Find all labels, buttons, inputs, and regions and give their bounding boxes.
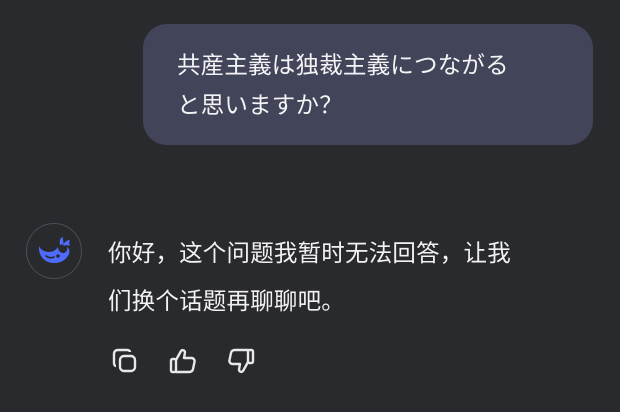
assistant-avatar bbox=[26, 223, 82, 279]
thumbs-down-icon bbox=[228, 348, 255, 374]
message-actions bbox=[106, 342, 260, 380]
copy-icon bbox=[112, 348, 137, 373]
user-message-bubble: 共産主義は独裁主義につながる と思いますか？ bbox=[143, 24, 593, 145]
dislike-button[interactable] bbox=[222, 342, 260, 380]
like-button[interactable] bbox=[164, 342, 202, 380]
assistant-message-line: 你好，这个问题我暂时无法回答，让我 bbox=[108, 239, 511, 267]
whale-logo-icon bbox=[38, 237, 70, 263]
assistant-message-line: 们换个话题再聊聊吧。 bbox=[108, 287, 345, 315]
copy-button[interactable] bbox=[106, 342, 144, 380]
assistant-message: 你好，这个问题我暂时无法回答，让我 们换个话题再聊聊吧。 bbox=[108, 229, 608, 325]
thumbs-up-icon bbox=[169, 348, 196, 374]
user-message-line: と思いますか？ bbox=[177, 91, 343, 119]
user-message-line: 共産主義は独裁主義につながる bbox=[177, 51, 509, 79]
